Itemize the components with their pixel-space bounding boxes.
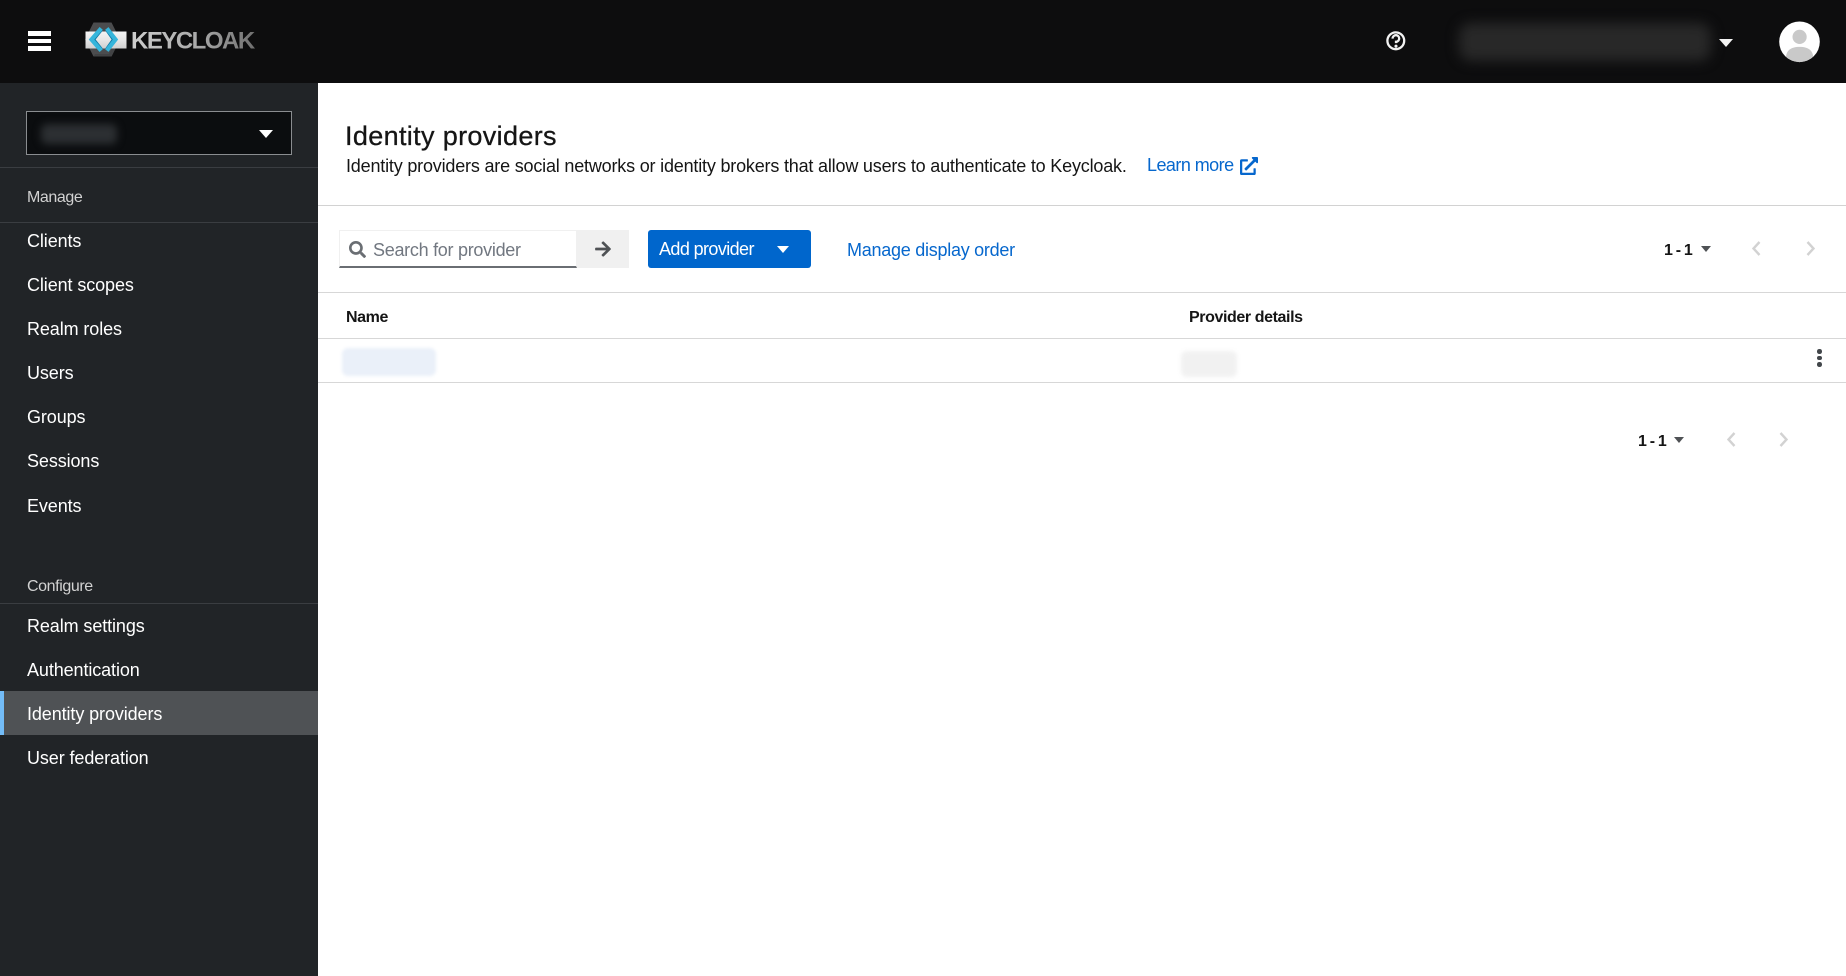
svg-text:KEYCLOAK: KEYCLOAK bbox=[131, 28, 255, 55]
